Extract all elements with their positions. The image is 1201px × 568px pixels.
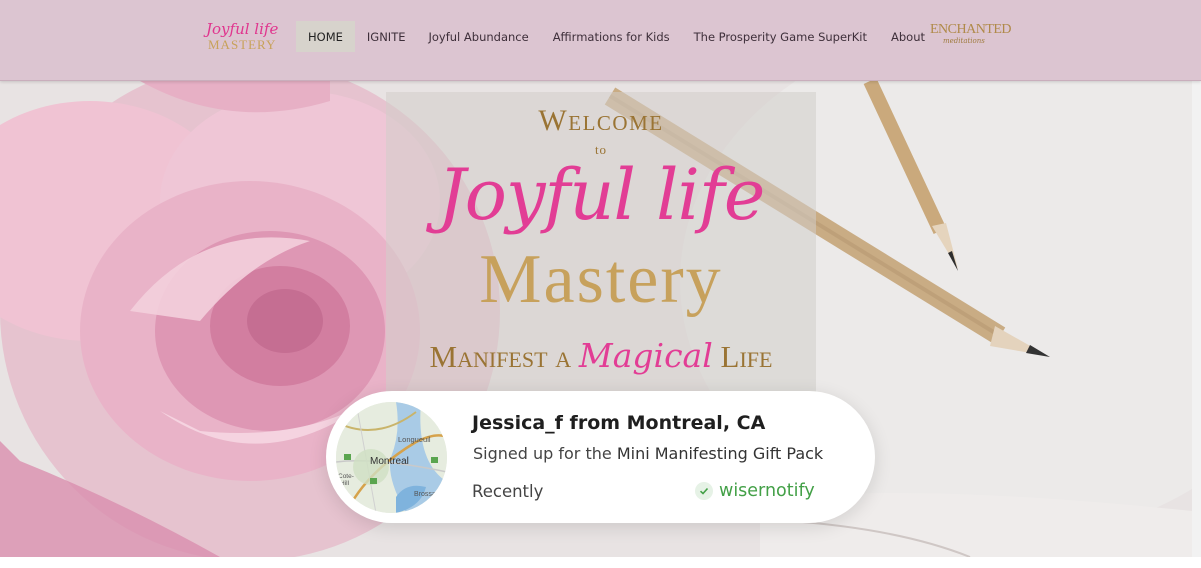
nav-item-prosperity-game-superkit[interactable]: The Prosperity Game SuperKit — [682, 21, 879, 52]
map-label-city: Montreal — [370, 456, 409, 467]
nav-item-ignite[interactable]: IGNITE — [355, 21, 417, 52]
notification-message: Signed up for the Mini Manifesting Gift … — [473, 444, 826, 463]
welcome-heading: Welcome — [538, 104, 664, 137]
notification-time: Recently — [472, 482, 544, 501]
site-logo[interactable]: Joyful life MASTERY — [206, 20, 278, 54]
tagline: Manifest a Magical Life — [386, 336, 816, 375]
signup-notification-popup[interactable]: Montreal Longueuil Cote- Hill Brossa Jes… — [326, 391, 875, 523]
notification-brand: wisernotify — [719, 481, 815, 501]
notification-prefix: Signed up for the — [473, 444, 612, 463]
notification-product[interactable]: Mini Manifesting Gift Pack — [617, 444, 823, 463]
logo-line-2: MASTERY — [208, 37, 277, 52]
nav-item-affirmations-for-kids[interactable]: Affirmations for Kids — [541, 21, 682, 52]
map-label-west: Cote- — [338, 473, 354, 480]
map-label-south: Brossa — [414, 491, 436, 498]
brand-title-joyful-life: Joyful life — [437, 154, 766, 236]
nav-item-home[interactable]: HOME — [296, 21, 355, 52]
site-header: Joyful life MASTERY HOME IGNITE Joyful A… — [0, 0, 1201, 81]
partner-logo-line-1: ENCHANTED — [930, 22, 1012, 37]
main-nav: HOME IGNITE Joyful Abundance Affirmation… — [296, 21, 937, 52]
tagline-end: Life — [720, 339, 773, 374]
map-label-north: Longueuil — [398, 435, 431, 444]
logo-line-1: Joyful life — [206, 20, 279, 38]
notification-title: Jessica_f from Montreal, CA — [472, 412, 766, 434]
wisernotify-badge[interactable]: wisernotify — [695, 481, 815, 501]
location-map-thumbnail: Montreal Longueuil Cote- Hill Brossa — [336, 402, 447, 513]
enchanted-meditations-logo[interactable]: ENCHANTED meditations — [930, 22, 1012, 52]
nav-item-about[interactable]: About — [879, 21, 937, 52]
tagline-magical: Magical — [578, 336, 713, 375]
brand-title-mastery: Mastery — [479, 241, 723, 318]
page-scrollbar[interactable] — [1192, 81, 1201, 557]
welcome-title-card: Welcome to Joyful life Mastery Manifest … — [386, 92, 816, 392]
partner-logo-line-2: meditations — [943, 37, 985, 45]
tagline-start: Manifest a — [429, 339, 572, 374]
map-label-west-2: Hill — [340, 480, 350, 487]
verified-check-icon — [695, 482, 713, 500]
nav-item-joyful-abundance[interactable]: Joyful Abundance — [416, 21, 540, 52]
